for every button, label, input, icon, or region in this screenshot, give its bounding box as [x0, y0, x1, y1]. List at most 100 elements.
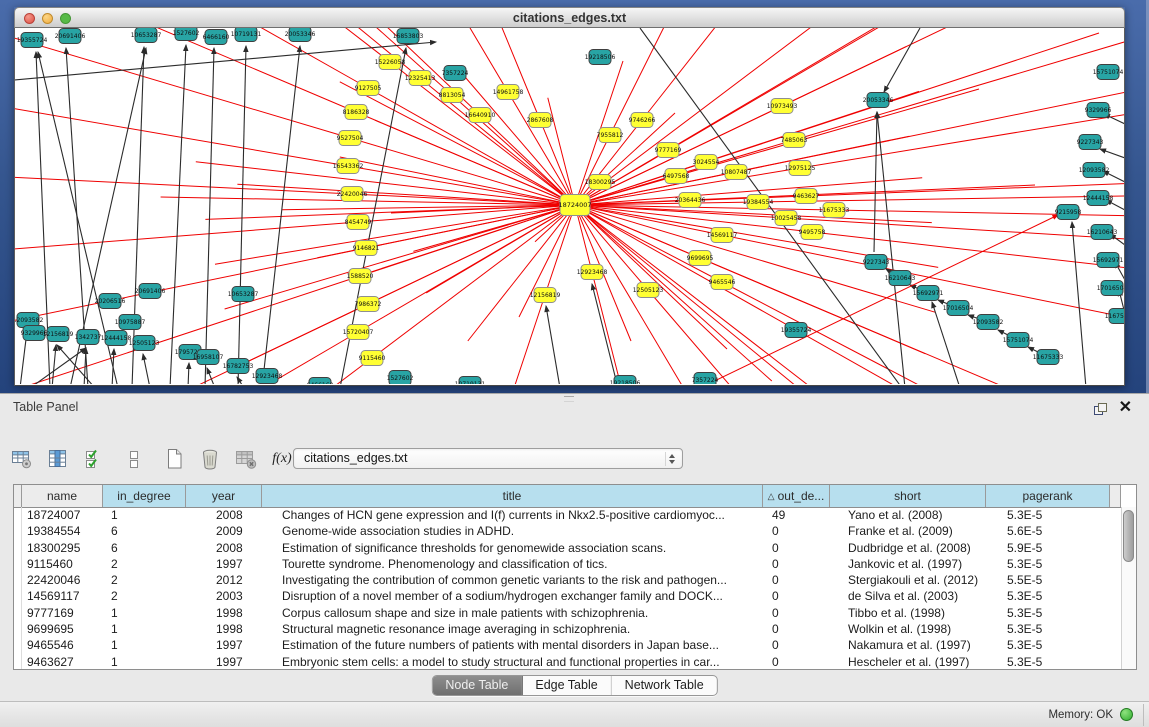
- graph-node[interactable]: 19218506: [585, 50, 616, 65]
- graph-node[interactable]: 15226058: [375, 55, 406, 70]
- graph-node[interactable]: 7357224: [442, 66, 469, 81]
- citation-edge[interactable]: [112, 349, 114, 384]
- graph-node[interactable]: 14569117: [707, 228, 738, 243]
- citation-edge[interactable]: [15, 42, 436, 80]
- graph-node[interactable]: 19355724: [17, 33, 48, 48]
- graph-node[interactable]: 9495758: [799, 225, 826, 240]
- citation-edge[interactable]: [884, 28, 920, 92]
- graph-node[interactable]: 1527602: [387, 371, 414, 385]
- column-header[interactable]: in_degree: [103, 485, 186, 507]
- graph-node[interactable]: 9465546: [709, 275, 736, 290]
- column-header[interactable]: △out_de...: [763, 485, 830, 507]
- table-scrollbar[interactable]: [1121, 507, 1136, 669]
- graph-node[interactable]: 14961758: [493, 85, 524, 100]
- graph-node[interactable]: 7986372: [355, 297, 382, 312]
- table-row[interactable]: 1456911722003Disruption of a novel membe…: [14, 588, 1121, 604]
- graph-node[interactable]: 16958107: [193, 350, 224, 365]
- close-window-button[interactable]: [24, 13, 35, 24]
- citation-edge[interactable]: [205, 48, 214, 384]
- graph-node[interactable]: 12156819: [43, 327, 74, 342]
- graph-node[interactable]: 6497568: [663, 169, 690, 184]
- hub-node[interactable]: 18724007: [558, 195, 591, 216]
- table-row[interactable]: 977716911998Corpus callosum shape and si…: [14, 605, 1121, 621]
- graph-node[interactable]: 20691406: [135, 284, 166, 299]
- graph-node[interactable]: 3024554: [693, 155, 720, 170]
- table-row[interactable]: 1938455462009Genome-wide association stu…: [14, 523, 1121, 539]
- table-row[interactable]: 946362711997Embryonic stem cells: a mode…: [14, 654, 1121, 669]
- graph-node[interactable]: 9146821: [353, 241, 380, 256]
- network-window-titlebar[interactable]: citations_edges.txt: [14, 7, 1125, 28]
- table-row[interactable]: 2242004622012Investigating the contribut…: [14, 572, 1121, 588]
- graph-node[interactable]: 16853803: [393, 29, 424, 44]
- zoom-window-button[interactable]: [60, 13, 71, 24]
- graph-node[interactable]: 9329966: [1085, 103, 1112, 118]
- graph-node[interactable]: 1588520: [347, 269, 374, 284]
- graph-node[interactable]: 20053346: [863, 93, 894, 108]
- graph-node[interactable]: 12156819: [530, 288, 561, 303]
- graph-node[interactable]: 8813054: [439, 88, 466, 103]
- citation-edge[interactable]: [30, 348, 86, 384]
- citation-edge[interactable]: [508, 92, 682, 384]
- graph-node[interactable]: 1342737: [75, 330, 102, 345]
- graph-node[interactable]: 15720407: [343, 325, 374, 340]
- graph-node[interactable]: 12444158: [101, 331, 132, 346]
- tab-network-table[interactable]: Network Table: [612, 676, 717, 695]
- citation-edge[interactable]: [546, 306, 560, 384]
- graph-node[interactable]: 11675333: [1105, 309, 1124, 324]
- citation-edge[interactable]: [143, 354, 150, 384]
- graph-node[interactable]: 9127505: [355, 81, 382, 96]
- table-selector-dropdown[interactable]: citations_edges.txt: [293, 448, 683, 469]
- network-view[interactable]: 1522605891275058186328952750416543362224…: [14, 28, 1125, 386]
- citation-edge[interactable]: [238, 46, 246, 384]
- graph-node[interactable]: 20364436: [675, 193, 706, 208]
- graph-node[interactable]: 2867608: [527, 113, 554, 128]
- graph-node[interactable]: 12093582: [1079, 163, 1110, 178]
- column-header[interactable]: name: [22, 485, 103, 507]
- graph-node[interactable]: 19218506: [610, 376, 641, 385]
- graph-node[interactable]: 10973493: [767, 99, 798, 114]
- citation-edge[interactable]: [700, 215, 1058, 384]
- graph-node[interactable]: 20053346: [285, 28, 316, 42]
- citation-edge[interactable]: [540, 120, 631, 341]
- graph-node[interactable]: 10653287: [131, 28, 162, 43]
- column-header[interactable]: pagerank: [986, 485, 1110, 507]
- delete-table-icon[interactable]: [232, 445, 260, 473]
- graph-node[interactable]: 9215958: [1055, 205, 1082, 220]
- column-header[interactable]: year: [186, 485, 262, 507]
- graph-node[interactable]: 12325413: [405, 71, 436, 86]
- graph-node[interactable]: 9746266: [629, 113, 656, 128]
- citation-edge[interactable]: [196, 162, 812, 232]
- graph-node[interactable]: 12505123: [129, 336, 160, 351]
- table-settings-icon[interactable]: [8, 445, 36, 473]
- create-column-icon[interactable]: [160, 445, 188, 473]
- graph-node[interactable]: 7955812: [597, 128, 624, 143]
- graph-node[interactable]: 1527602: [173, 28, 200, 41]
- graph-node[interactable]: 7357224: [692, 373, 719, 385]
- float-panel-icon[interactable]: [1094, 403, 1107, 415]
- graph-node[interactable]: 16210643: [1087, 225, 1118, 240]
- column-header[interactable]: short: [830, 485, 986, 507]
- graph-node[interactable]: 18300295: [585, 175, 616, 190]
- citation-edge[interactable]: [1072, 222, 1086, 384]
- graph-node[interactable]: 19355724: [781, 323, 812, 338]
- graph-node[interactable]: 17016504: [1097, 281, 1124, 296]
- graph-node[interactable]: 12505123: [633, 283, 664, 298]
- memory-ok-icon[interactable]: [1120, 708, 1133, 721]
- graph-node[interactable]: 16543362: [333, 159, 364, 174]
- graph-node[interactable]: 9115460: [359, 351, 386, 366]
- graph-node[interactable]: 9777169: [655, 143, 682, 158]
- delete-column-icon[interactable]: [196, 445, 224, 473]
- graph-node[interactable]: 12444158: [1083, 191, 1114, 206]
- graph-node[interactable]: 9463627: [793, 189, 820, 204]
- graph-node[interactable]: 12923468: [252, 369, 283, 384]
- graph-node[interactable]: 10025458: [771, 211, 802, 226]
- tab-edge-table[interactable]: Edge Table: [522, 676, 611, 695]
- citation-edge[interactable]: [368, 88, 906, 384]
- graph-node[interactable]: 20206516: [95, 294, 126, 309]
- table-row[interactable]: 946554611997Estimation of the future num…: [14, 637, 1121, 653]
- citation-edge[interactable]: [340, 82, 722, 282]
- graph-node[interactable]: 9527504: [337, 131, 364, 146]
- citation-edge[interactable]: [1100, 149, 1124, 158]
- citation-edge[interactable]: [84, 348, 86, 384]
- function-builder-icon[interactable]: f(x): [268, 445, 296, 473]
